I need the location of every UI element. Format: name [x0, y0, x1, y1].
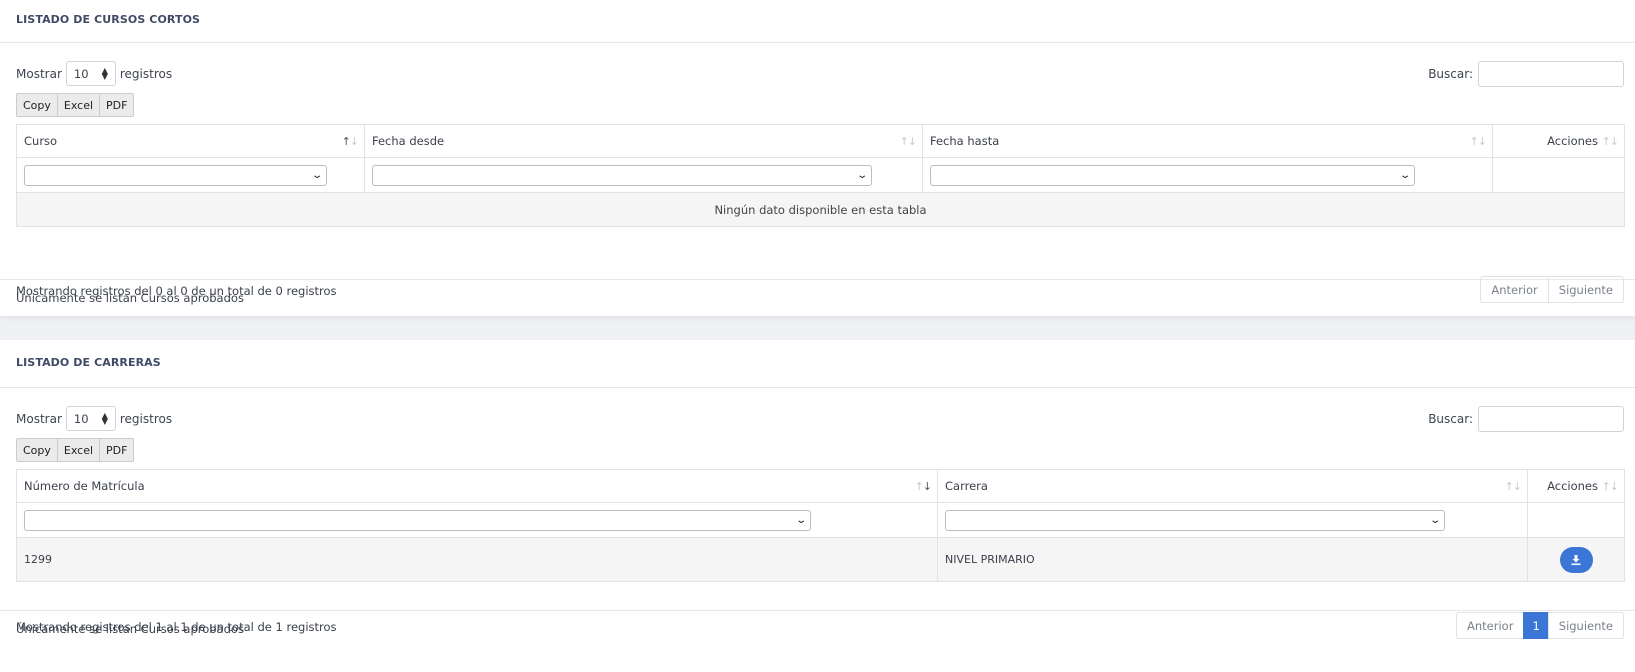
carreras-footer-note: Únicamente se listan Cursos aprobados [0, 610, 1635, 672]
column-label: Acciones [1547, 479, 1598, 493]
sort-arrows-icon: ↑↓ [899, 135, 917, 148]
sort-arrows-icon: ↑↓ [341, 135, 359, 148]
cursos-table: Curso ↑↓ Fecha desde ↑↓ Fecha hasta ↑↓ A… [16, 124, 1625, 227]
carreras-length-select[interactable]: 10 ▲ ▼ [65, 406, 116, 431]
carreras-card: LISTADO DE CARRERAS Mostrar 10 ▲ ▼ regist… [0, 340, 1635, 672]
length-prefix: Mostrar [16, 66, 62, 81]
cursos-title: LISTADO DE CURSOS CORTOS [0, 0, 1635, 43]
cursos-export-buttons: Copy Excel PDF [16, 93, 135, 117]
empty-row: Ningún dato disponible en esta tabla [16, 192, 1625, 227]
chevron-down-icon: ⌄ [310, 169, 323, 181]
cursos-search-input[interactable] [1478, 61, 1624, 87]
table-header-row: Número de Matrícula ↑↓ Carrera ↑↓ Accion… [16, 469, 1625, 503]
carreras-title: LISTADO DE CARRERAS [0, 340, 1635, 388]
cursos-search: Buscar: [1428, 61, 1624, 87]
column-header-fecha-hasta[interactable]: Fecha hasta ↑↓ [922, 124, 1493, 158]
column-label: Fecha desde [372, 134, 445, 148]
cursos-length-control: Mostrar 10 ▲ ▼ registros [16, 61, 172, 86]
filter-cell: ⌄ [16, 502, 938, 538]
matricula-filter-select[interactable]: ⌄ [24, 509, 811, 531]
pdf-button[interactable]: PDF [99, 438, 135, 462]
column-header-acciones[interactable]: Acciones ↑↓ [1527, 469, 1625, 503]
sort-arrows-icon: ↑↓ [1469, 135, 1487, 148]
column-header-fecha-desde[interactable]: Fecha desde ↑↓ [364, 124, 923, 158]
chevron-down-icon: ⌄ [855, 169, 868, 181]
fecha-desde-filter-select[interactable]: ⌄ [372, 164, 872, 186]
filter-cell [1492, 157, 1625, 193]
carrera-cell: NIVEL PRIMARIO [937, 537, 1528, 582]
length-value: 10 [73, 66, 89, 81]
filter-row: ⌄ ⌄ ⌄ [16, 157, 1625, 193]
acciones-cell [1527, 537, 1625, 582]
chevron-down-icon: ⌄ [1398, 169, 1411, 181]
pdf-button[interactable]: PDF [99, 93, 135, 117]
matricula-cell: 1299 [16, 537, 938, 582]
cursos-card: LISTADO DE CURSOS CORTOS Mostrar 10 ▲ ▼ r… [0, 0, 1635, 316]
filter-cell [1527, 502, 1625, 538]
column-header-matricula[interactable]: Número de Matrícula ↑↓ [16, 469, 938, 503]
search-label: Buscar: [1428, 412, 1473, 426]
cursos-length-select[interactable]: 10 ▲ ▼ [65, 61, 116, 86]
up-down-arrows-icon: ▲ ▼ [101, 65, 108, 81]
column-label: Fecha hasta [930, 134, 1000, 148]
up-down-arrows-icon: ▲ ▼ [101, 410, 108, 426]
filter-cell: ⌄ [16, 157, 365, 193]
carreras-length-control: Mostrar 10 ▲ ▼ registros [16, 406, 172, 431]
table-row: 1299 NIVEL PRIMARIO [16, 537, 1625, 582]
sort-arrows-icon: ↑↓ [914, 480, 932, 493]
column-label: Número de Matrícula [24, 479, 145, 493]
filter-cell: ⌄ [937, 502, 1528, 538]
carreras-search: Buscar: [1428, 406, 1624, 432]
filter-cell: ⌄ [922, 157, 1493, 193]
length-suffix: registros [119, 66, 173, 81]
length-suffix: registros [119, 411, 173, 426]
column-header-acciones[interactable]: Acciones ↑↓ [1492, 124, 1625, 158]
curso-filter-select[interactable]: ⌄ [24, 164, 327, 186]
excel-button[interactable]: Excel [56, 438, 101, 462]
carreras-export-buttons: Copy Excel PDF [16, 438, 135, 462]
carreras-table: Número de Matrícula ↑↓ Carrera ↑↓ Accion… [16, 469, 1625, 582]
sort-arrows-icon: ↑↓ [1504, 480, 1522, 493]
download-icon [1571, 554, 1581, 565]
column-header-carrera[interactable]: Carrera ↑↓ [937, 469, 1528, 503]
sort-arrows-icon: ↑↓ [1601, 480, 1619, 493]
sort-arrows-icon: ↑↓ [1601, 135, 1619, 148]
empty-message: Ningún dato disponible en esta tabla [16, 192, 1625, 227]
excel-button[interactable]: Excel [56, 93, 101, 117]
carreras-search-input[interactable] [1478, 406, 1624, 432]
download-button[interactable] [1559, 546, 1593, 573]
column-label: Carrera [945, 479, 988, 493]
column-label: Acciones [1547, 134, 1598, 148]
fecha-hasta-filter-select[interactable]: ⌄ [930, 164, 1415, 186]
column-header-curso[interactable]: Curso ↑↓ [16, 124, 365, 158]
table-header-row: Curso ↑↓ Fecha desde ↑↓ Fecha hasta ↑↓ A… [16, 124, 1625, 158]
chevron-down-icon: ⌄ [1428, 514, 1441, 526]
cursos-footer-note: Únicamente se listan Cursos aprobados [0, 279, 1635, 316]
filter-cell: ⌄ [364, 157, 923, 193]
search-label: Buscar: [1428, 67, 1473, 81]
copy-button[interactable]: Copy [16, 438, 58, 462]
filter-row: ⌄ ⌄ [16, 502, 1625, 538]
chevron-down-icon: ⌄ [794, 514, 807, 526]
length-prefix: Mostrar [16, 411, 62, 426]
column-label: Curso [24, 134, 58, 148]
copy-button[interactable]: Copy [16, 93, 58, 117]
carrera-filter-select[interactable]: ⌄ [945, 509, 1445, 531]
length-value: 10 [73, 411, 89, 426]
